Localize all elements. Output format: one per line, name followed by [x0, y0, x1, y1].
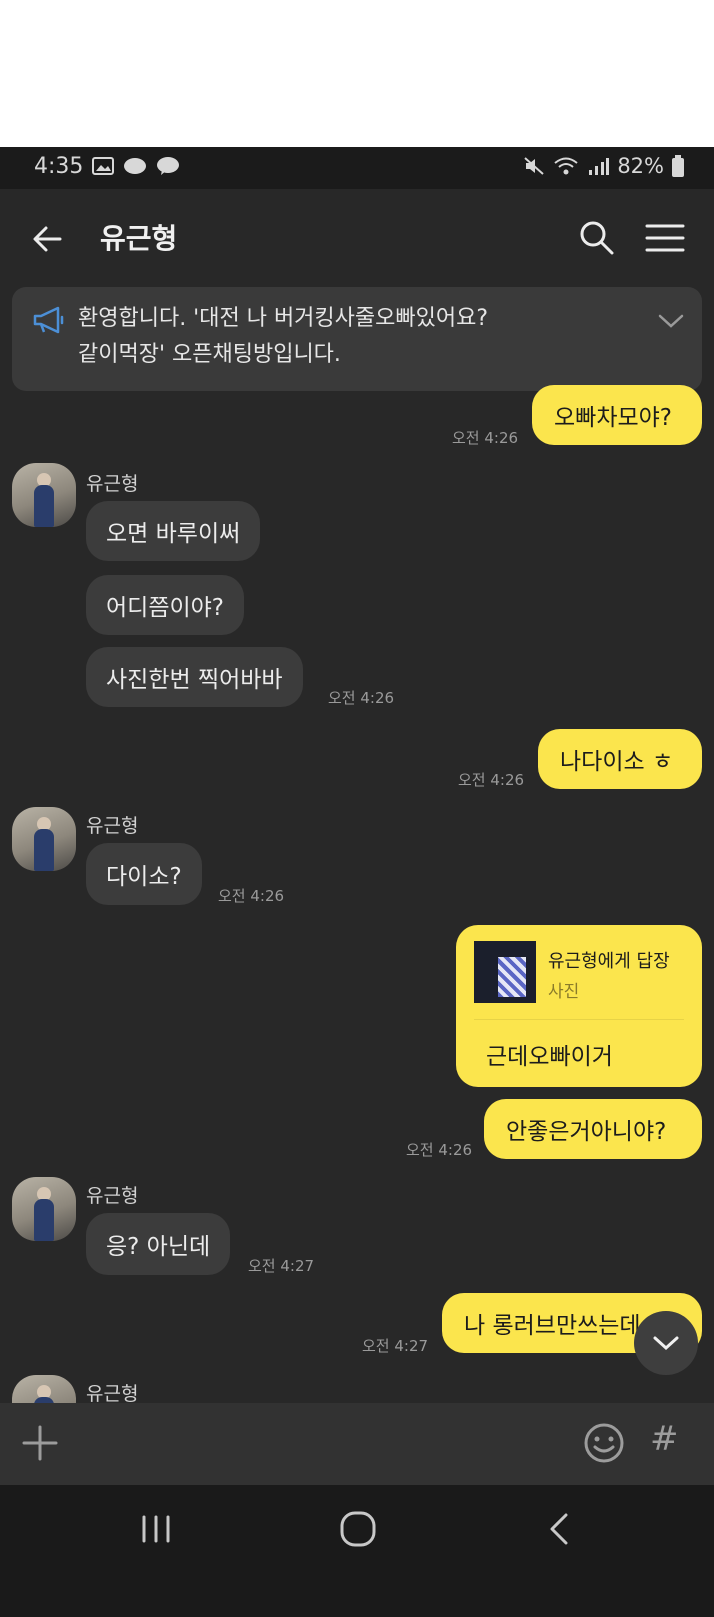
avatar[interactable] — [12, 463, 76, 527]
signal-icon — [589, 158, 610, 175]
message-timestamp: 오전 4:27 — [248, 1257, 315, 1275]
incoming-message-bubble[interactable]: 응? 아닌데 — [86, 1213, 231, 1275]
notice-text: 환영합니다. '대전 나 버거킹사줄오빠있어요? 같이먹장' 오픈채팅방입니다. — [78, 301, 638, 373]
message-timestamp: 오전 4:26 — [328, 689, 395, 707]
chevron-down-icon — [653, 1336, 679, 1351]
recent-apps-icon[interactable] — [136, 1509, 176, 1549]
chat-screen: 4:35 82% 유근형 환영합니다. '대전 나 버거킹사줄오빠있어요? 같이… — [0, 147, 714, 1617]
message-timestamp: 오전 4:27 — [362, 1337, 429, 1355]
incoming-message-bubble[interactable]: 사진한번 찍어바바 — [86, 647, 303, 707]
notice-line-2: 같이먹장' 오픈채팅방입니다. — [78, 342, 341, 367]
status-bar: 4:35 82% — [0, 147, 714, 189]
wifi-icon — [554, 157, 578, 175]
notice-banner[interactable]: 환영합니다. '대전 나 버거킹사줄오빠있어요? 같이먹장' 오픈채팅방입니다. — [12, 287, 702, 391]
status-time: 4:35 — [34, 154, 84, 179]
battery-percent: 82% — [617, 154, 664, 178]
avatar[interactable] — [12, 807, 76, 871]
sender-name: 유근형 — [86, 473, 139, 495]
megaphone-icon — [33, 306, 64, 334]
reply-thumbnail[interactable] — [474, 941, 536, 1003]
message-timestamp: 오전 4:26 — [452, 429, 519, 447]
chat-header: 유근형 — [0, 189, 714, 289]
talk-icon — [157, 157, 179, 175]
back-icon[interactable] — [540, 1507, 580, 1551]
outgoing-message-bubble[interactable]: 오빠차모야? — [532, 385, 702, 445]
chevron-down-icon[interactable] — [656, 311, 686, 331]
notice-line-1: 환영합니다. '대전 나 버거킹사줄오빠있어요? — [78, 306, 489, 331]
battery-icon — [672, 155, 684, 177]
message-timestamp: 오전 4:26 — [406, 1141, 473, 1159]
home-icon[interactable] — [336, 1507, 380, 1551]
sender-name: 유근형 — [86, 1383, 139, 1405]
reply-divider — [474, 1019, 684, 1020]
reply-message-bubble[interactable]: 유근형에게 답장 사진 근데오빠이거 — [456, 925, 702, 1087]
chat-title: 유근형 — [100, 222, 178, 255]
menu-icon[interactable] — [642, 215, 688, 261]
sender-name: 유근형 — [86, 815, 139, 837]
gallery-icon — [92, 157, 114, 175]
search-icon[interactable] — [574, 215, 620, 261]
sender-name: 유근형 — [86, 1185, 139, 1207]
outgoing-message-bubble[interactable]: 나다이소 ㅎ — [538, 729, 702, 789]
message-timestamp: 오전 4:26 — [218, 887, 285, 905]
scroll-to-bottom-button[interactable] — [634, 1311, 698, 1375]
system-navigation-bar — [0, 1485, 714, 1617]
plus-icon[interactable] — [20, 1423, 60, 1463]
reply-body-text: 근데오빠이거 — [486, 1044, 613, 1070]
outgoing-message-bubble[interactable]: 안좋은거아니야? — [484, 1099, 702, 1159]
mute-icon — [524, 157, 544, 175]
message-input-bar[interactable]: # — [0, 1403, 714, 1485]
reply-subtitle: 사진 — [548, 982, 580, 1002]
message-timestamp: 오전 4:26 — [458, 771, 525, 789]
back-arrow-icon[interactable] — [24, 215, 72, 263]
incoming-message-bubble[interactable]: 어디쯤이야? — [86, 575, 245, 635]
incoming-message-bubble[interactable]: 오면 바루이써 — [86, 501, 261, 561]
reply-title: 유근형에게 답장 — [548, 951, 670, 972]
hashtag-button[interactable]: # — [650, 1419, 690, 1465]
incoming-message-bubble[interactable]: 다이소? — [86, 843, 202, 905]
chat-bubble-icon — [124, 158, 146, 174]
emoji-icon[interactable] — [582, 1421, 626, 1465]
status-right: 82% — [523, 154, 684, 178]
avatar[interactable] — [12, 1177, 76, 1241]
